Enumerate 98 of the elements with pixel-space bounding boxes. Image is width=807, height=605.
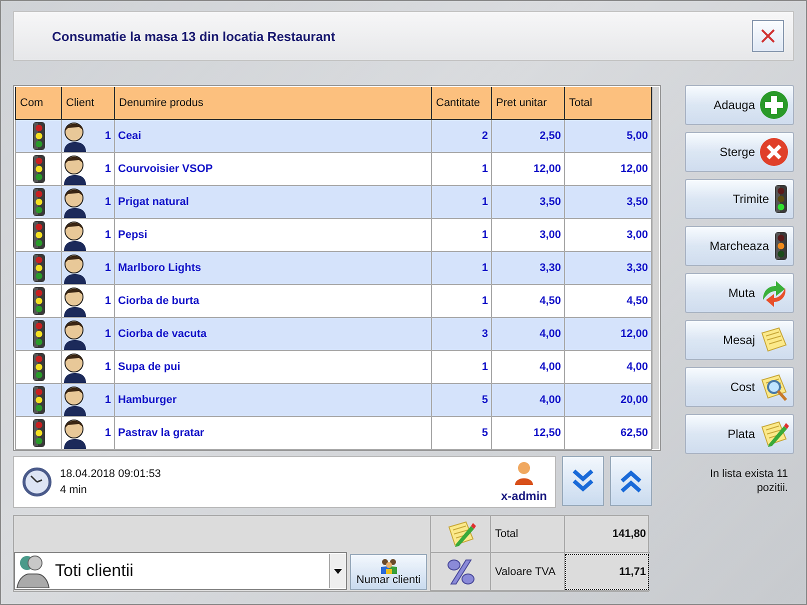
table-cell: Ceai (114, 120, 432, 152)
action-button[interactable]: Plata (685, 414, 794, 454)
traffic-light-icon (30, 319, 46, 349)
scroll-up-button[interactable] (610, 456, 652, 506)
traffic-light-icon (30, 385, 46, 415)
table-cell: 2 (432, 120, 492, 152)
traffic-light-icon (30, 220, 46, 250)
action-button[interactable]: Adauga (685, 85, 794, 125)
column-header[interactable]: Com (16, 87, 62, 120)
user-icon (514, 461, 534, 485)
scrollbar[interactable] (652, 87, 659, 449)
person-icon (62, 120, 88, 152)
table-cell: 3,50 (492, 186, 564, 218)
table-cell: 3,30 (492, 252, 564, 284)
column-header[interactable]: Total (564, 87, 652, 120)
double-chevron-down-icon (572, 469, 594, 493)
traffic-light-icon (30, 352, 46, 382)
action-button[interactable]: Marcheaza (685, 226, 794, 266)
traffic-light-icon (30, 253, 46, 283)
traffic-light-icon (30, 418, 46, 448)
total-value: 141,80 (564, 516, 650, 553)
table-cell: Prigat natural (114, 186, 432, 218)
column-header[interactable]: Cantitate (432, 87, 492, 120)
traffic-light-icon (30, 286, 46, 316)
scroll-down-button[interactable] (562, 456, 604, 506)
person-icon (62, 219, 88, 251)
traffic-light-icon (30, 187, 46, 217)
table-cell: 1 (432, 252, 492, 284)
table-cell: Ciorba de vacuta (114, 318, 432, 350)
table-cell: Pastrav la gratar (114, 416, 432, 450)
person-icon (62, 153, 88, 185)
table-cell: 12,50 (492, 416, 564, 450)
person-icon (62, 186, 88, 218)
group-icon (380, 558, 398, 574)
client-number: 1 (104, 163, 112, 175)
action-button[interactable]: Sterge (685, 132, 794, 172)
table-cell: 3,50 (564, 186, 652, 218)
table-cell: 5,00 (564, 120, 652, 152)
column-header[interactable]: Client (62, 87, 114, 120)
column-header[interactable]: Pret unitar (492, 87, 564, 120)
person-icon (62, 285, 88, 317)
table-cell: Hamburger (114, 384, 432, 416)
table-cell: 12,00 (564, 318, 652, 350)
person-icon (62, 384, 88, 416)
total-label: Total (490, 516, 564, 553)
delete-icon (759, 137, 789, 167)
traffic-light-icon (773, 231, 789, 261)
client-number: 1 (104, 229, 112, 241)
person-icon (62, 252, 88, 284)
column-header[interactable]: Denumire produs (114, 87, 432, 120)
client-dropdown[interactable]: Toti clientii (14, 552, 347, 590)
client-number: 1 (104, 328, 112, 340)
traffic-light-icon (773, 184, 789, 214)
table-cell: 3 (432, 318, 492, 350)
table-cell: 20,00 (564, 384, 652, 416)
person-icon (62, 417, 88, 449)
close-icon (760, 28, 776, 44)
double-chevron-up-icon (620, 469, 642, 493)
action-button[interactable]: Cost (685, 367, 794, 407)
person-icon (62, 318, 88, 350)
dropdown-arrow-icon (334, 568, 342, 574)
table-cell: 4,00 (492, 384, 564, 416)
table-cell: 1 (432, 186, 492, 218)
table-cell: 5 (432, 416, 492, 450)
total-value: 11,71 (564, 553, 650, 591)
table-cell: 3,30 (564, 252, 652, 284)
action-button[interactable]: Muta (685, 273, 794, 313)
dropdown-value: Toti clientii (55, 561, 134, 581)
order-datetime: 18.04.2018 09:01:53 (60, 468, 162, 480)
client-number: 1 (104, 427, 112, 439)
table-cell: Marlboro Lights (114, 252, 432, 284)
note-pencil-icon (759, 419, 789, 449)
clock-icon (22, 467, 52, 497)
item-count: In lista exista 11 pozitii. (708, 467, 789, 495)
people-icon (15, 554, 51, 588)
table-cell: 5 (432, 384, 492, 416)
note-magnifier-icon (759, 372, 789, 402)
client-number: 1 (104, 295, 112, 307)
client-count-button[interactable]: Numar clienti (350, 554, 427, 590)
elapsed-time: 4 min (60, 484, 88, 496)
traffic-light-icon (30, 154, 46, 184)
table-cell: 2,50 (492, 120, 564, 152)
client-number: 1 (104, 130, 112, 142)
percent-icon (446, 558, 476, 586)
client-number: 1 (104, 262, 112, 274)
window-title: Consumatie la masa 13 din locatia Restaurant (52, 28, 336, 44)
action-button[interactable]: Mesaj (685, 320, 794, 360)
user-name: x-admin (500, 489, 547, 503)
total-label: Valoare TVA (490, 553, 564, 591)
client-number: 1 (104, 361, 112, 373)
action-button[interactable]: Trimite (685, 179, 794, 219)
client-number: 1 (104, 394, 112, 406)
table-cell: 4,00 (492, 318, 564, 350)
close-button[interactable] (752, 20, 784, 52)
client-number: 1 (104, 196, 112, 208)
traffic-light-icon (30, 121, 46, 151)
plus-icon (759, 90, 789, 120)
person-icon (62, 351, 88, 383)
